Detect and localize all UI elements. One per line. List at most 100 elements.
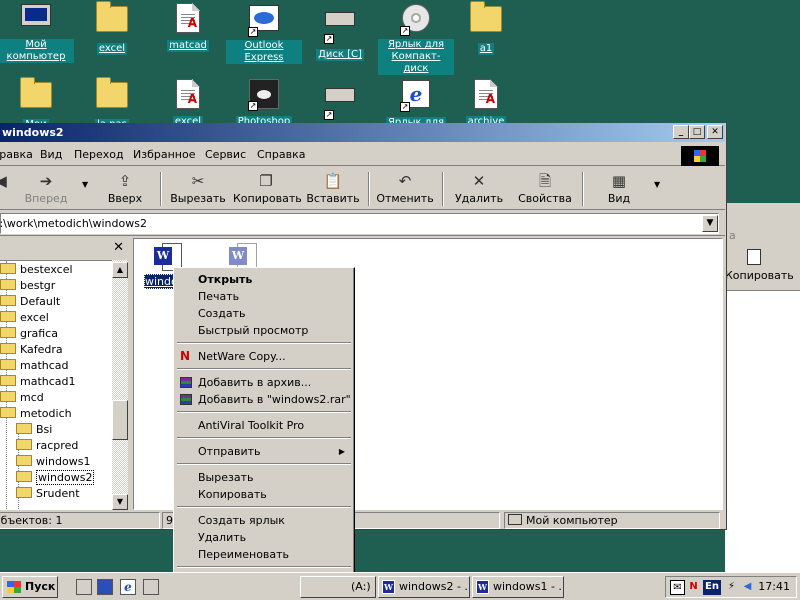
explorer-window[interactable]: windows2 _ □ ✕ Правка Вид Переход Избран… (0, 123, 727, 530)
desktop-icon[interactable]: ↗ Outlook Express (226, 2, 302, 64)
show-desktop-icon[interactable] (76, 579, 92, 595)
minimize-button[interactable]: _ (673, 125, 689, 139)
context-menu-item[interactable]: Создать (177, 305, 351, 322)
tree-item[interactable]: windows1 (16, 454, 90, 470)
menu-favorites[interactable]: Избранное (133, 148, 195, 161)
forward-dropdown-icon[interactable]: ▼ (82, 180, 88, 189)
view-dropdown-icon[interactable]: ▼ (654, 180, 660, 189)
properties-button[interactable]: 🗎 Свойства (516, 170, 574, 208)
tree-item[interactable]: Srudent (16, 486, 80, 502)
netware-icon[interactable]: N (686, 580, 701, 595)
menu-bar: Правка Вид Переход Избранное Сервис Спра… (0, 144, 725, 166)
context-menu-item[interactable]: N NetWare Copy... (177, 348, 351, 365)
back-button[interactable]: ◀ (0, 170, 10, 208)
context-menu-item[interactable]: Удалить (177, 529, 351, 546)
tree-item[interactable]: Bsi (16, 422, 52, 438)
internet-explorer-icon[interactable]: e (120, 579, 136, 595)
menu-edit[interactable]: Правка (0, 148, 33, 161)
delete-button[interactable]: ✕ Удалить (452, 170, 506, 208)
context-menu-item-label: NetWare Copy... (198, 350, 286, 363)
context-menu-item[interactable]: AntiViral Toolkit Pro (177, 417, 351, 434)
mail-icon[interactable]: ✉ (670, 580, 685, 595)
folder-icon (16, 471, 32, 482)
menu-go[interactable]: Переход (74, 148, 124, 161)
view-button[interactable]: ▦ Вид (596, 170, 642, 208)
context-menu-item[interactable]: Добавить в архив... (177, 374, 351, 391)
floppy-save-icon[interactable] (97, 579, 113, 595)
desktop-icon[interactable]: ↗ Photoshop (226, 78, 302, 128)
context-menu-item[interactable]: Печать (177, 288, 351, 305)
tree-item[interactable]: Kafedra (0, 342, 63, 358)
desktop-icon[interactable]: Aexcel (150, 78, 226, 128)
tree-item[interactable]: bestexcel (0, 262, 73, 278)
tree-item[interactable]: Default (0, 294, 60, 310)
tree-close-icon[interactable]: ✕ (113, 240, 124, 255)
desktop-icon[interactable]: Amatcad (150, 2, 226, 52)
taskbar-button-windows1[interactable]: W windows1 - ... (472, 576, 564, 598)
context-menu-item[interactable]: Копировать (177, 486, 351, 503)
paste-button[interactable]: 📋 Вставить (305, 170, 361, 208)
up-button[interactable]: ⇪ Вверх (100, 170, 150, 208)
desktop-icon[interactable]: Aarchive (448, 78, 524, 128)
tree-item[interactable]: bestgr (0, 278, 55, 294)
context-menu-item[interactable]: Переименовать (177, 546, 351, 563)
desktop-icon[interactable]: Мой компьютер (0, 2, 74, 63)
desktop-icon[interactable]: excel (74, 1, 150, 55)
folder-icon (0, 279, 16, 290)
desktop-icon[interactable]: e↗Ярлык для (378, 78, 454, 129)
desktop-icon[interactable]: a1 (448, 1, 524, 55)
cut-button[interactable]: ✂ Вырезать (168, 170, 228, 208)
context-menu-item[interactable]: Создать ярлык (177, 512, 351, 529)
tree-item[interactable]: racpred (16, 438, 78, 454)
folder-icon (0, 311, 16, 322)
menu-help[interactable]: Справка (257, 148, 305, 161)
background-explorer-window[interactable]: а Копировать (725, 203, 800, 573)
tree-item[interactable]: metodich (0, 406, 72, 422)
address-input[interactable]: D:\work\metodich\windows2 ▼ (0, 213, 719, 234)
scroll-down-button[interactable]: ▼ (112, 494, 128, 510)
taskbar-button-windows2[interactable]: W windows2 - ... (378, 576, 470, 598)
close-button[interactable]: ✕ (707, 125, 723, 139)
power-icon[interactable]: ⚡ (724, 580, 739, 595)
tree-scrollbar[interactable]: ▲ ▼ (112, 260, 128, 510)
tree-item[interactable]: mcd (0, 390, 44, 406)
clock[interactable]: 17:41 (758, 580, 790, 593)
properties-label: Свойства (518, 192, 572, 205)
context-menu: Открыть Печать Создать Быстрый просмотр N Net… (173, 267, 355, 592)
copy-button[interactable]: ❐ Копировать (233, 170, 302, 208)
menu-view[interactable]: Вид (40, 148, 62, 161)
tree-item[interactable]: mathcad (0, 358, 69, 374)
taskbar-button-a-drive[interactable]: (A:) (300, 576, 376, 598)
context-menu-item[interactable]: Вырезать (177, 469, 351, 486)
scroll-up-button[interactable]: ▲ (112, 262, 128, 278)
context-menu-item-label: Добавить в "windows2.rar" (198, 393, 351, 406)
tree-item[interactable]: mathcad1 (0, 374, 76, 390)
context-menu-item[interactable]: Быстрый просмотр (177, 322, 351, 339)
search-icon[interactable] (143, 579, 159, 595)
tree-item[interactable]: grafica (0, 326, 58, 342)
scroll-thumb[interactable] (112, 400, 128, 440)
desktop-icon[interactable]: ↗ Диск [C] (302, 2, 378, 61)
context-menu-item[interactable]: Отправить ▶ (177, 443, 351, 460)
context-menu-item[interactable]: Открыть (177, 271, 351, 288)
status-object-count: Объектов: 1 (0, 512, 160, 529)
context-menu-item[interactable]: Добавить в "windows2.rar" (177, 391, 351, 408)
maximize-button[interactable]: □ (689, 125, 705, 139)
view-grid-icon: ▦ (611, 172, 627, 190)
undo-button[interactable]: ↶ Отменить (376, 170, 434, 208)
up-label: Вверх (107, 192, 143, 205)
start-button[interactable]: Пуск (2, 576, 58, 598)
tree-item[interactable]: windows2 (16, 470, 95, 486)
address-dropdown-button[interactable]: ▼ (702, 215, 718, 232)
language-indicator[interactable]: En (703, 580, 721, 595)
desktop-icon[interactable]: ↗ Ярлык для Компакт-диск (378, 2, 454, 75)
menu-tools[interactable]: Сервис (205, 148, 246, 161)
forward-button[interactable]: ➔ Вперед (20, 170, 72, 208)
background-copy-button[interactable]: Копировать (725, 269, 794, 282)
tree-item-label: mcd (20, 391, 44, 404)
window-titlebar[interactable]: windows2 _ □ ✕ (0, 123, 725, 142)
tree-item[interactable]: excel (0, 310, 49, 326)
desktop-icon-label: matcad (167, 40, 209, 52)
folder-tree[interactable]: bestexcel bestgr Default excel grafica Kafedr… (0, 260, 112, 510)
volume-icon[interactable]: ◀ (740, 580, 755, 595)
